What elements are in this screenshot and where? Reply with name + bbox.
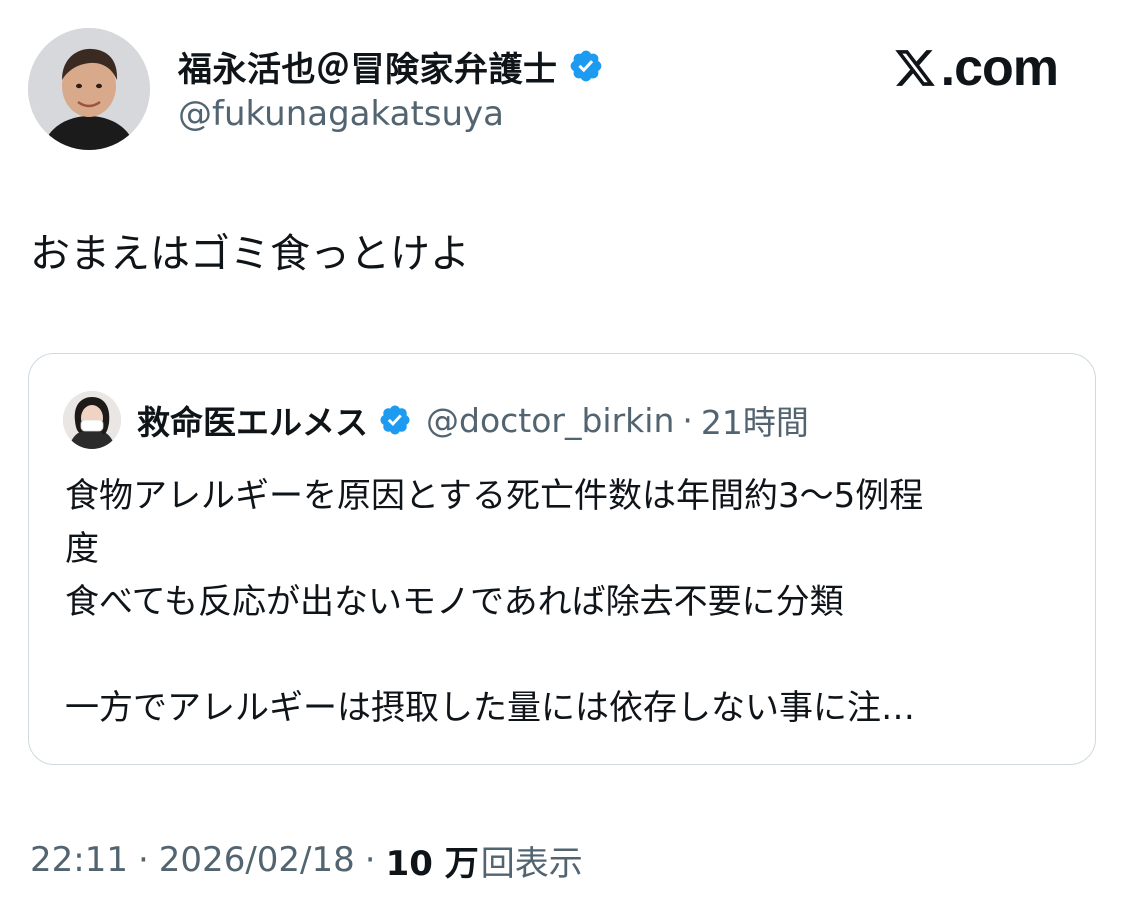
x-brand: .com: [893, 39, 1059, 97]
quoted-text-line: [65, 629, 1065, 682]
verified-badge-icon[interactable]: [378, 403, 412, 437]
separator-dot: ·: [364, 840, 376, 880]
quoted-post-timestamp[interactable]: 21時間: [701, 396, 809, 444]
profile-photo-icon: [63, 391, 121, 449]
views-label: 回表示: [480, 843, 583, 884]
post-time[interactable]: 22:11: [30, 840, 128, 880]
separator-dot: ·: [682, 400, 693, 440]
quoted-author-handle[interactable]: @doctor_birkin: [426, 401, 674, 440]
quoted-text-line: 一方でアレルギーは摂取した量には依存しない事に注…: [65, 688, 915, 728]
post-meta: 22:11 · 2026/02/18 · 10 万 回表示: [30, 832, 583, 888]
author-avatar[interactable]: [28, 28, 150, 150]
quoted-post-card[interactable]: 救命医エルメス @doctor_birkin · 21時間 食物アレルギーを原因…: [28, 353, 1096, 765]
verified-badge-icon[interactable]: [568, 48, 604, 84]
profile-photo-icon: [28, 28, 150, 150]
quoted-author-display-name[interactable]: 救命医エルメス: [137, 396, 368, 444]
quoted-text-line: 食物アレルギーを原因とする死亡件数は年間約3〜5例程: [65, 476, 924, 516]
author-display-name[interactable]: 福永活也＠冒険家弁護士: [178, 42, 558, 91]
author-name-row: 福永活也＠冒険家弁護士: [178, 42, 604, 90]
x-logo-icon: [893, 46, 937, 90]
author-handle[interactable]: @fukunagakatsuya: [178, 94, 504, 134]
views-count: 10 万: [385, 843, 479, 884]
brand-domain-text: .com: [940, 39, 1059, 97]
quoted-post-header: 救命医エルメス @doctor_birkin · 21時間: [63, 390, 809, 450]
post-text: おまえはゴミ食っとけよ: [30, 231, 470, 277]
post-date[interactable]: 2026/02/18: [159, 840, 355, 880]
quoted-text-line: 食べても反応が出ないモノであれば除去不要に分類: [65, 582, 844, 622]
post-header: 福永活也＠冒険家弁護士 @fukunagakatsuya .com: [28, 28, 1098, 152]
quoted-author-avatar[interactable]: [63, 391, 121, 449]
quoted-text-line: 度: [65, 529, 99, 569]
quoted-post-text: 食物アレルギーを原因とする死亡件数は年間約3〜5例程 度 食べても反応が出ないモ…: [65, 470, 1065, 735]
separator-dot: ·: [137, 840, 149, 880]
